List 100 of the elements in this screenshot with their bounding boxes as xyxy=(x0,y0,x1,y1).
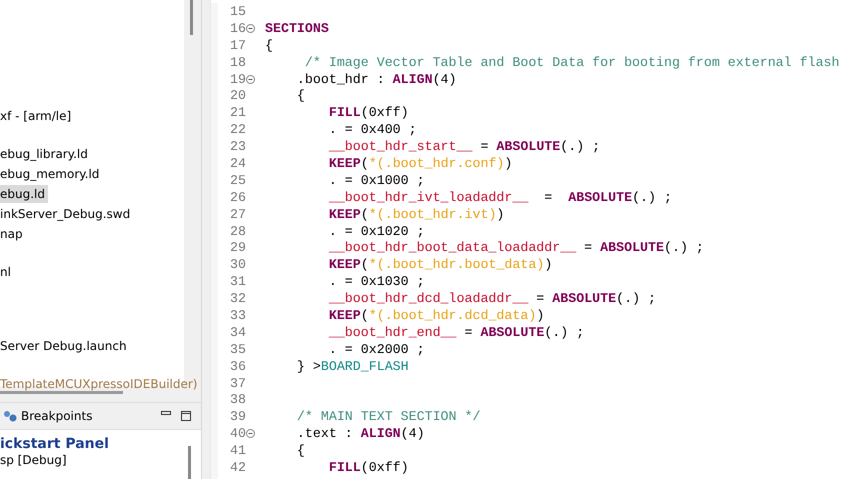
code-text: ) xyxy=(504,156,512,171)
collapse-icon[interactable] xyxy=(246,429,255,438)
section-name-text: *(.boot_hdr.boot_data) xyxy=(368,257,544,272)
line-number: 23 xyxy=(229,139,246,154)
line-number: 25 xyxy=(229,172,246,188)
scrollbar-thumb[interactable] xyxy=(188,446,191,479)
line-number: 24 xyxy=(229,156,246,171)
code-text: (4) xyxy=(432,72,457,86)
line-number: 32 xyxy=(229,291,246,306)
code-text: = xyxy=(583,240,594,256)
code-text: .text : xyxy=(296,426,354,442)
keyword-text: FILL xyxy=(328,105,361,120)
keyword-text: ABSOLUTE xyxy=(600,240,664,256)
keyword-text: ABSOLUTE xyxy=(496,139,560,154)
line-number: 15 xyxy=(229,4,246,19)
collapse-icon[interactable] xyxy=(246,74,255,84)
line-number: 33 xyxy=(229,308,246,323)
line-number: 29 xyxy=(229,240,246,256)
code-text: { xyxy=(296,88,305,104)
symbol-text: __boot_hdr_ivt_loadaddr__ xyxy=(328,190,528,205)
code-text: (.) ; xyxy=(560,139,600,154)
tree-item[interactable]: ebug_memory.ld xyxy=(0,165,102,183)
symbol-text: __boot_hdr_boot_data_loadaddr__ xyxy=(328,240,576,256)
code-text: . = 0x1020 ; xyxy=(328,224,425,239)
keyword-text: KEEP xyxy=(328,308,361,323)
symbol-text: __boot_hdr_end__ xyxy=(328,324,457,340)
section-name-text: *(.boot_hdr.conf) xyxy=(368,156,504,171)
line-number: 30 xyxy=(229,257,246,272)
symbol-text: __boot_hdr_start__ xyxy=(328,139,472,154)
line-number: 22 xyxy=(229,122,246,138)
code-text: . = 0x2000 ; xyxy=(328,342,425,357)
keyword-text: SECTIONS xyxy=(265,20,329,36)
section-name-text: *(.boot_hdr.ivt) xyxy=(368,206,496,222)
line-number: 36 xyxy=(229,358,246,374)
line-number: 42 xyxy=(229,460,246,475)
code-comment: /* MAIN TEXT SECTION */ xyxy=(296,409,480,424)
launch-config-label: sp [Debug] xyxy=(0,453,68,467)
keyword-text: ABSOLUTE xyxy=(552,291,616,306)
keyword-text: KEEP xyxy=(328,156,361,171)
code-text: { xyxy=(296,443,305,458)
code-text: ) xyxy=(544,257,552,272)
breakpoints-tab[interactable]: Breakpoints xyxy=(3,409,92,423)
keyword-text: ABSOLUTE xyxy=(568,190,632,205)
code-text: = xyxy=(543,190,554,205)
tree-item[interactable]: nap xyxy=(0,225,26,243)
memory-region-text: BOARD_FLASH xyxy=(320,358,409,374)
code-text: (.) ; xyxy=(616,291,656,306)
scrollbar-thumb[interactable] xyxy=(190,0,193,35)
line-number: 21 xyxy=(229,105,246,120)
code-text: = xyxy=(479,139,490,154)
tree-item[interactable]: TemplateMCUXpressoIDEBuilder) xyxy=(0,375,200,393)
code-text: = xyxy=(535,291,546,306)
keyword-text: FILL xyxy=(328,460,361,475)
line-number: 41 xyxy=(229,443,246,458)
tree-item[interactable]: inkServer_Debug.swd xyxy=(0,205,134,223)
line-number: 18 xyxy=(229,54,246,70)
tree-item[interactable]: ebug.ld xyxy=(0,185,48,203)
line-number: 20 xyxy=(229,88,246,104)
line-number: 39 xyxy=(229,409,246,424)
panel-heading: ickstart Panel xyxy=(0,436,110,452)
line-number: 16 xyxy=(229,20,246,36)
scrollbar-thumb[interactable] xyxy=(0,391,123,394)
code-text: } > xyxy=(296,358,321,374)
code-text: ( xyxy=(360,308,369,323)
tree-item[interactable]: xf - [arm/le] xyxy=(0,107,74,125)
breakpoints-icon xyxy=(3,410,17,422)
code-text: ) xyxy=(496,206,504,222)
tree-item[interactable]: nl xyxy=(0,263,14,281)
line-number: 28 xyxy=(229,224,246,239)
code-text: (.) ; xyxy=(544,324,584,340)
code-text: (0xff) xyxy=(360,460,409,475)
line-number: 26 xyxy=(229,190,246,205)
code-text: . = 0x400 ; xyxy=(328,122,417,138)
code-text: (.) ; xyxy=(664,240,704,256)
line-number: 38 xyxy=(229,392,246,408)
line-number: 19 xyxy=(229,72,246,86)
line-number: 34 xyxy=(229,324,246,340)
tree-item[interactable]: Server Debug.launch xyxy=(0,337,130,355)
code-text: ( xyxy=(360,257,369,272)
code-text: ( xyxy=(360,206,369,222)
code-text: { xyxy=(265,38,273,53)
code-text: ( xyxy=(360,156,369,171)
code-text: (0xff) xyxy=(360,105,409,120)
line-number: 40 xyxy=(229,426,246,442)
tree-item[interactable]: ebug_library.ld xyxy=(0,145,91,163)
code-text: ) xyxy=(536,308,544,323)
line-number: 17 xyxy=(229,38,246,53)
code-text: . = 0x1030 ; xyxy=(328,274,425,290)
code-text: . = 0x1000 ; xyxy=(328,172,425,188)
keyword-text: KEEP xyxy=(328,206,361,222)
maximize-icon[interactable] xyxy=(181,411,191,421)
keyword-text: ALIGN xyxy=(360,426,401,442)
keyword-text: ABSOLUTE xyxy=(480,324,544,340)
line-number: 27 xyxy=(229,206,246,222)
line-number: 31 xyxy=(229,274,246,290)
line-number: 35 xyxy=(229,342,246,357)
code-text: (4) xyxy=(400,426,425,442)
code-text: (.) ; xyxy=(632,190,672,205)
section-name-text: *(.boot_hdr.dcd_data) xyxy=(368,308,536,323)
collapse-icon[interactable] xyxy=(246,24,255,33)
